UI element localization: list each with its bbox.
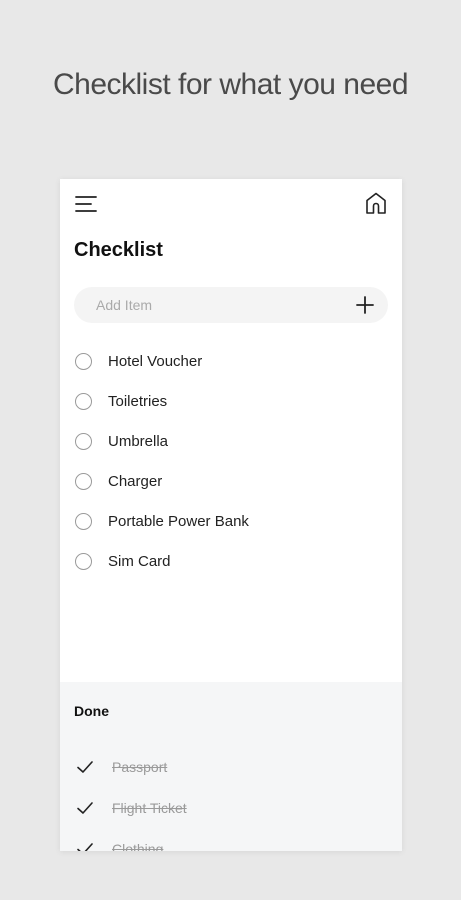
home-icon[interactable] bbox=[364, 191, 388, 215]
circle-icon[interactable] bbox=[75, 552, 92, 570]
list-item: Charger bbox=[74, 461, 388, 501]
item-label[interactable]: Charger bbox=[108, 473, 162, 490]
done-title: Done bbox=[74, 703, 109, 719]
checklist: Hotel Voucher Toiletries Umbrella Charge… bbox=[74, 341, 388, 581]
list-item: Portable Power Bank bbox=[74, 501, 388, 541]
page-title: Checklist bbox=[74, 239, 163, 261]
promo-headline: Checklist for what you need bbox=[52, 68, 409, 101]
check-icon[interactable] bbox=[76, 799, 94, 817]
done-item: Passport bbox=[74, 746, 187, 787]
top-bar bbox=[60, 179, 402, 231]
item-label[interactable]: Sim Card bbox=[108, 553, 171, 570]
circle-icon[interactable] bbox=[75, 512, 92, 530]
list-item: Hotel Voucher bbox=[74, 341, 388, 381]
done-section: Done Passport Flight Ticket Clothing bbox=[60, 682, 402, 851]
item-label[interactable]: Toiletries bbox=[108, 393, 167, 410]
app-screen: Checklist Hotel Voucher Toiletries Umbre… bbox=[60, 179, 402, 851]
item-label[interactable]: Hotel Voucher bbox=[108, 353, 202, 370]
done-label[interactable]: Passport bbox=[112, 759, 167, 775]
done-item: Flight Ticket bbox=[74, 787, 187, 828]
menu-icon[interactable] bbox=[75, 194, 97, 214]
done-item: Clothing bbox=[74, 828, 187, 851]
item-label[interactable]: Portable Power Bank bbox=[108, 513, 249, 530]
check-icon[interactable] bbox=[76, 840, 94, 852]
circle-icon[interactable] bbox=[75, 392, 92, 410]
list-item: Toiletries bbox=[74, 381, 388, 421]
done-label[interactable]: Flight Ticket bbox=[112, 800, 187, 816]
done-list: Passport Flight Ticket Clothing bbox=[74, 746, 187, 851]
circle-icon[interactable] bbox=[75, 352, 92, 370]
item-label[interactable]: Umbrella bbox=[108, 433, 168, 450]
list-item: Sim Card bbox=[74, 541, 388, 581]
add-item-bar bbox=[74, 287, 388, 323]
circle-icon[interactable] bbox=[75, 472, 92, 490]
add-item-input[interactable] bbox=[74, 287, 334, 323]
check-icon[interactable] bbox=[76, 758, 94, 776]
circle-icon[interactable] bbox=[75, 432, 92, 450]
plus-icon[interactable] bbox=[352, 292, 378, 318]
list-item: Umbrella bbox=[74, 421, 388, 461]
done-label[interactable]: Clothing bbox=[112, 841, 163, 852]
